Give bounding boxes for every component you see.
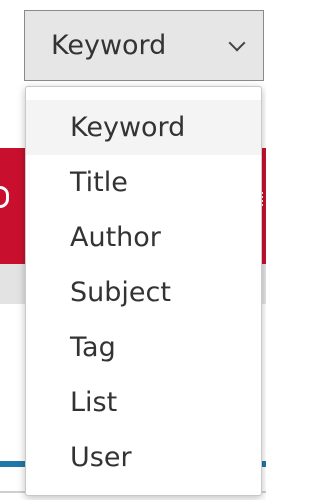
menu-item-title[interactable]: Title [26, 155, 261, 210]
page: Keyword Keyword Title Author Subject Tag… [0, 0, 266, 500]
menu-item-label: Title [70, 167, 128, 198]
menu-item-author[interactable]: Author [26, 210, 261, 265]
menu-item-user[interactable]: User [26, 430, 261, 485]
menu-item-label: Tag [70, 332, 116, 363]
menu-item-subject[interactable]: Subject [26, 265, 261, 320]
menu-item-tag[interactable]: Tag [26, 320, 261, 375]
chevron-down-icon [228, 34, 246, 51]
search-type-select[interactable]: Keyword [24, 10, 264, 81]
search-type-dropdown-menu: Keyword Title Author Subject Tag List Us… [25, 86, 262, 496]
menu-item-label: Author [70, 222, 161, 253]
menu-item-label: User [70, 442, 132, 473]
menu-item-list[interactable]: List [26, 375, 261, 430]
menu-item-keyword[interactable]: Keyword [26, 100, 261, 155]
menu-item-label: Subject [70, 277, 171, 308]
menu-item-label: Keyword [70, 112, 186, 143]
search-type-selected-value: Keyword [51, 30, 167, 61]
menu-item-label: List [70, 387, 118, 418]
